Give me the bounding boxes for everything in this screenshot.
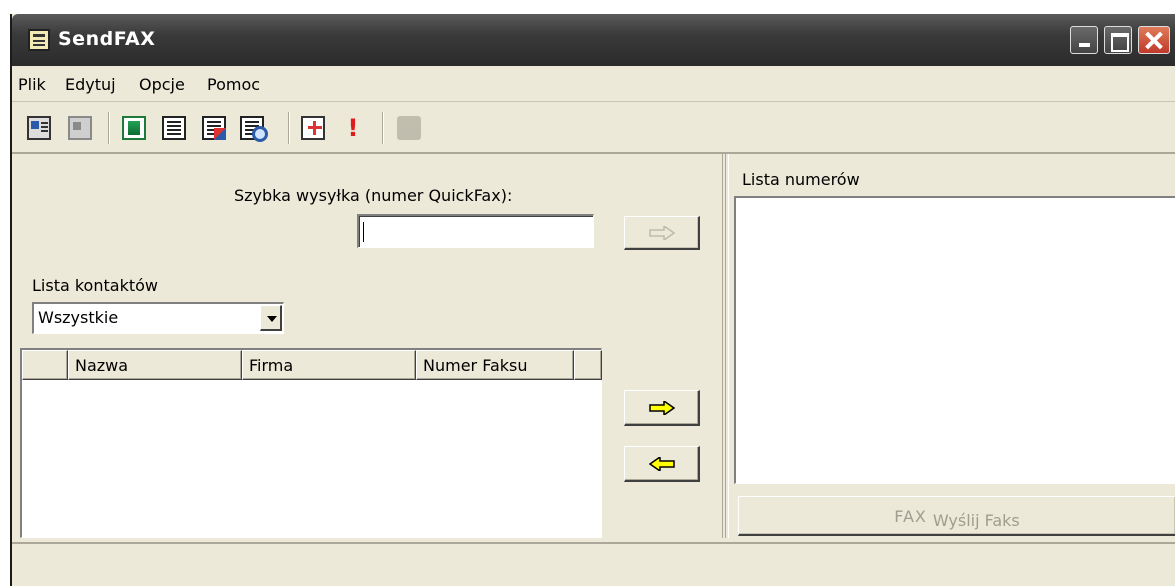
arrow-right-icon [648, 225, 675, 240]
send-fax-button[interactable]: FAX Wyślij Faks [738, 496, 1175, 536]
quickfax-input[interactable] [357, 214, 594, 248]
document-icon[interactable] [162, 116, 186, 140]
add-quickfax-button[interactable] [624, 216, 700, 250]
maximize-button[interactable] [1104, 26, 1132, 54]
column-header-numer-faksu[interactable]: Numer Faksu [416, 350, 574, 380]
contacts-filter-value: Wszystkie [38, 308, 119, 327]
column-header-extra[interactable] [574, 350, 602, 380]
app-icon[interactable] [28, 29, 50, 51]
window-title: SendFAX [58, 28, 156, 50]
column-header-select[interactable] [22, 350, 68, 380]
contacts-filter-select[interactable]: Wszystkie [32, 302, 284, 334]
sendfax-window: SendFAX Plik Edytuj Opcje Pomoc ! Szybka… [10, 14, 1175, 586]
menu-plik[interactable]: Plik [18, 75, 46, 94]
send-fax-label: Wyślij Faks [932, 511, 1020, 530]
add-document-icon[interactable] [301, 116, 325, 140]
status-bar [12, 542, 1175, 586]
toolbar-separator [108, 112, 110, 144]
column-header-firma[interactable]: Firma [242, 350, 416, 380]
numbers-label: Lista numerów [742, 170, 860, 189]
menu-edytuj[interactable]: Edytuj [65, 75, 116, 94]
toolbar-separator [288, 112, 290, 144]
add-to-list-button[interactable] [624, 390, 700, 426]
toolbar-separator [382, 112, 384, 144]
toolbar: ! [12, 102, 1175, 154]
contacts-label: Lista kontaktów [32, 276, 158, 295]
fax-icon: FAX [894, 507, 927, 526]
remove-from-list-button[interactable] [624, 446, 700, 482]
send-receive-icon[interactable] [202, 116, 226, 140]
send-fax-content: FAX Wyślij Faks [739, 507, 1175, 530]
left-panel: Szybka wysyłka (numer QuickFax): Lista k… [12, 154, 712, 538]
numbers-list[interactable] [734, 196, 1175, 484]
contacts-list-header: Nazwa Firma Numer Faksu [22, 350, 602, 380]
text-caret [363, 222, 364, 242]
priority-icon[interactable]: ! [341, 116, 365, 140]
address-book-icon[interactable] [122, 116, 146, 140]
contact-card-disabled-icon[interactable] [68, 116, 92, 140]
close-button[interactable] [1138, 26, 1170, 54]
arrow-right-icon [648, 400, 675, 415]
arrow-left-icon [648, 456, 675, 471]
minimize-button[interactable] [1070, 26, 1098, 54]
contacts-list[interactable]: Nazwa Firma Numer Faksu [20, 348, 602, 538]
panel-splitter[interactable] [722, 154, 729, 538]
contact-card-icon[interactable] [27, 116, 51, 140]
title-bar[interactable]: SendFAX [12, 14, 1175, 66]
feedback-icon[interactable] [397, 116, 421, 140]
quickfax-label: Szybka wysyłka (numer QuickFax): [234, 186, 513, 205]
menu-opcje[interactable]: Opcje [139, 75, 185, 94]
chevron-down-icon[interactable] [260, 305, 282, 331]
menu-pomoc[interactable]: Pomoc [207, 75, 260, 94]
preview-icon[interactable] [240, 116, 268, 142]
column-header-nazwa[interactable]: Nazwa [68, 350, 242, 380]
menu-bar: Plik Edytuj Opcje Pomoc [12, 66, 1175, 102]
